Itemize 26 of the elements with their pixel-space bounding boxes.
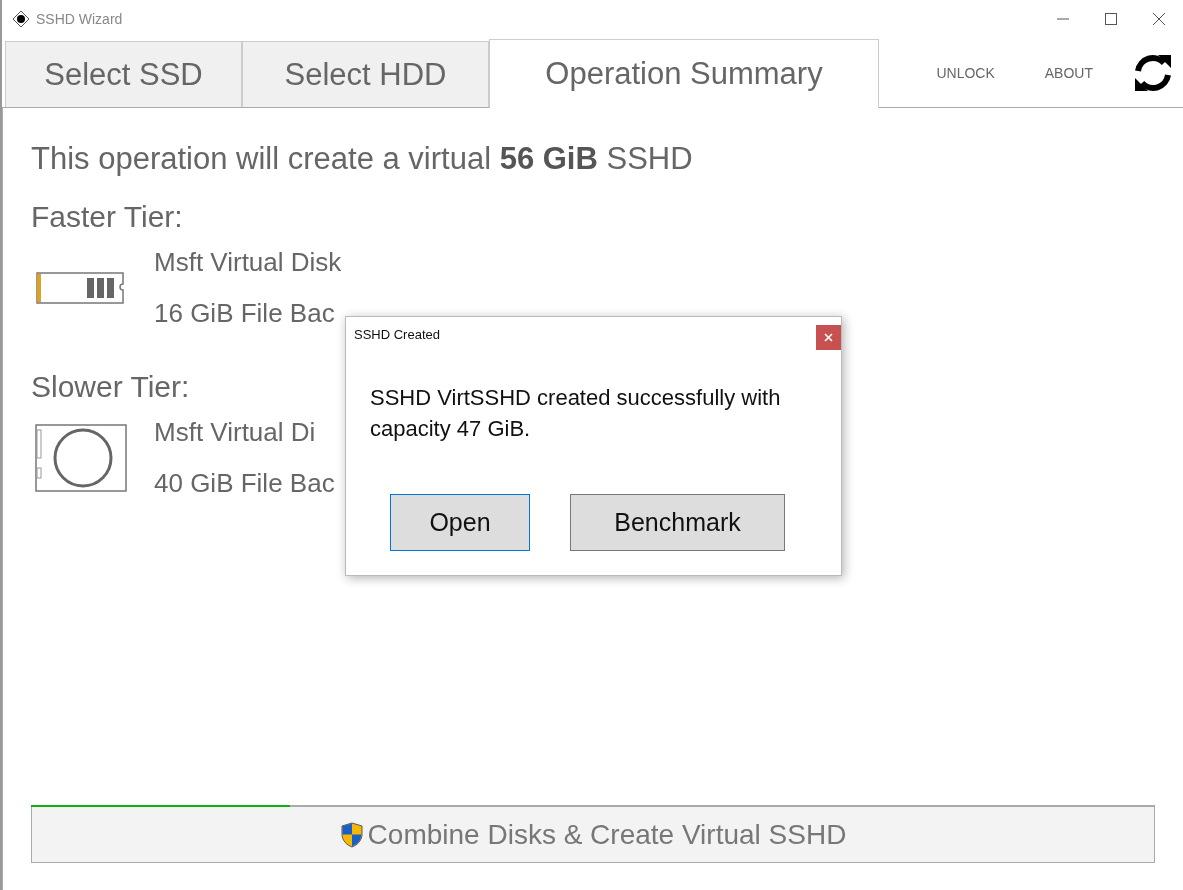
disk-name: Msft Virtual Di xyxy=(154,416,317,449)
window-title: SSHD Wizard xyxy=(36,11,124,27)
shield-icon xyxy=(339,821,364,848)
header-link[interactable]: UNLOCK xyxy=(936,64,995,81)
tab[interactable]: Select HDD xyxy=(242,41,489,107)
tab[interactable]: Operation Summary xyxy=(489,39,879,108)
tier-title: Faster Tier: xyxy=(31,199,183,235)
disk-name: Msft Virtual Disk xyxy=(154,246,342,279)
hard-drive-icon xyxy=(35,424,127,492)
ssd-icon xyxy=(35,271,127,305)
maximize-icon[interactable] xyxy=(1104,12,1118,26)
dialog-title: SSHD Created xyxy=(353,326,441,342)
summary-text: This operation will create a virtual 56 GiB SSHD xyxy=(31,141,694,177)
tab[interactable]: Select SSD xyxy=(5,41,242,107)
dialog-button[interactable]: Open xyxy=(390,494,530,551)
close-button[interactable] xyxy=(816,325,841,350)
tier-title: Slower Tier: xyxy=(31,369,190,405)
disk-detail: 16 GiB File Bac xyxy=(154,297,336,330)
close-icon xyxy=(824,333,833,342)
header-link[interactable]: ABOUT xyxy=(1044,64,1093,81)
dialog-message: SSHD VirtSSHD created successfully with capacity 47 GiB. xyxy=(370,384,782,443)
create-button[interactable]: Combine Disks & Create Virtual SSHD xyxy=(31,807,1155,863)
disk-detail: 40 GiB File Bac xyxy=(154,467,335,500)
dialog-button[interactable]: Benchmark xyxy=(570,494,785,551)
app-icon xyxy=(12,10,30,28)
close-icon[interactable] xyxy=(1152,12,1166,26)
